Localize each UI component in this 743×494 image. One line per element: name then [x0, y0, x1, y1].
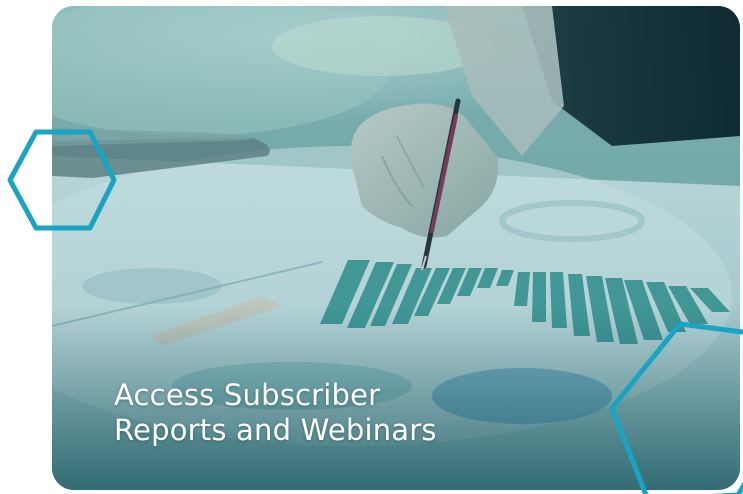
subscriber-promo-card[interactable]: Access Subscriber Reports and Webinars — [52, 6, 740, 490]
headline-line-2: Reports and Webinars — [114, 413, 437, 447]
card-headline: Access Subscriber Reports and Webinars — [114, 378, 437, 448]
page: Access Subscriber Reports and Webinars — [0, 0, 743, 494]
headline-line-1: Access Subscriber — [114, 378, 381, 412]
